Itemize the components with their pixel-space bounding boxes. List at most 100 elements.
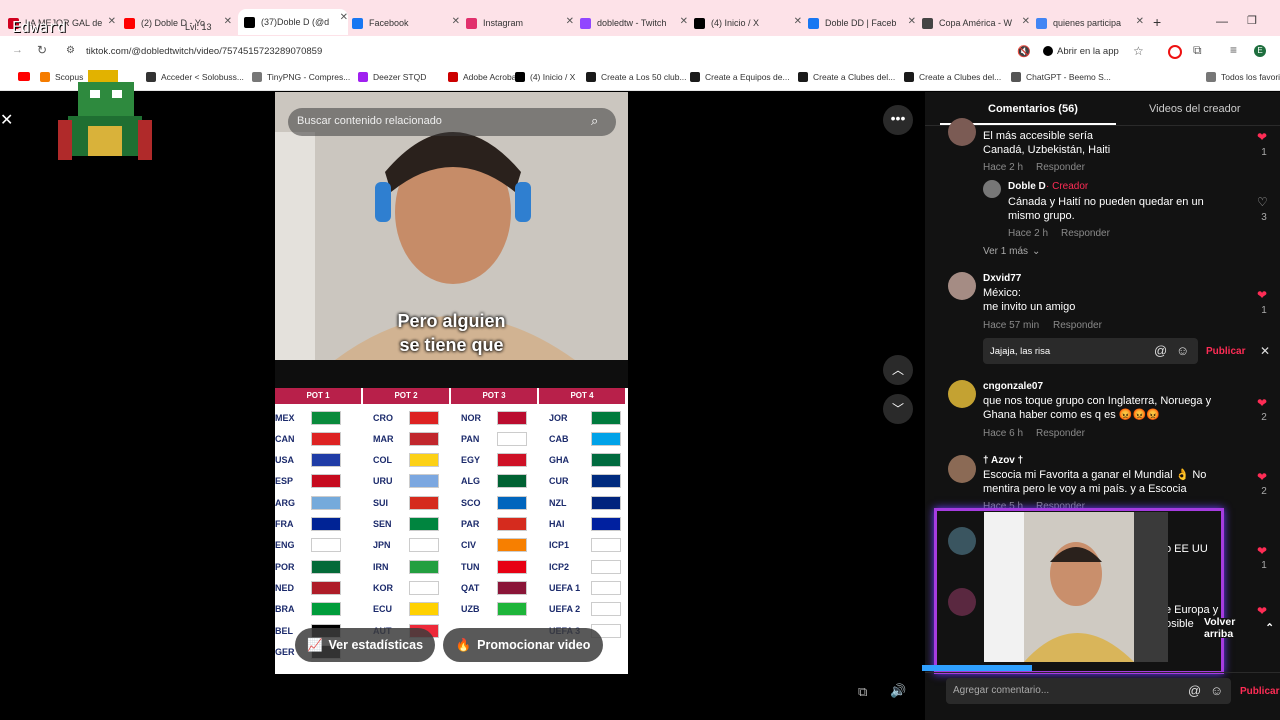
reload-icon[interactable]: ↻	[37, 43, 47, 57]
publish-bottom-button[interactable]: Publicar	[1240, 686, 1279, 697]
close-icon[interactable]: ✕	[1260, 344, 1270, 358]
pip-icon[interactable]: ⧉	[858, 684, 867, 700]
view-stats-button[interactable]: 📈 Ver estadísticas	[295, 628, 435, 662]
bookmark-item[interactable]: ChatGPT - Beemo S...	[1011, 72, 1111, 82]
related-search-input[interactable]: Buscar contenido relacionado	[297, 115, 442, 127]
back-icon[interactable]: →	[12, 44, 23, 56]
promote-video-button[interactable]: 🔥 Promocionar video	[443, 628, 603, 662]
bookmark-item[interactable]: TinyPNG - Compres...	[252, 72, 350, 82]
pot-team-cell: UEFA 2	[549, 602, 621, 617]
tab-close-icon[interactable]: ✕	[680, 16, 688, 27]
reply-link[interactable]: Responder	[1036, 428, 1085, 439]
team-code: UEFA 2	[549, 604, 581, 615]
tab-5[interactable]: dobledtw - Twitch ✕	[580, 13, 688, 33]
bookmark-label: Create a Equipos de...	[705, 72, 790, 82]
bookmark-item[interactable]: (4) Inicio / X	[515, 72, 575, 82]
like-heart-outline-icon[interactable]: ♡	[1257, 195, 1268, 209]
avatar[interactable]	[983, 180, 1001, 198]
open-in-app-button[interactable]: Abrir en la app	[1043, 41, 1119, 61]
tab-9[interactable]: quienes participa ✕	[1036, 13, 1144, 33]
menu-lines-icon[interactable]: ≡	[1230, 43, 1237, 57]
extension-icon[interactable]	[1168, 45, 1182, 59]
view-more-replies[interactable]: Ver 1 más	[983, 246, 1028, 257]
reply-link[interactable]: Responder	[1061, 228, 1110, 239]
tab-close-icon[interactable]: ✕	[452, 16, 460, 27]
like-heart-icon[interactable]: ❤	[1257, 544, 1267, 558]
search-icon[interactable]: ⌕	[591, 113, 598, 129]
comment-author[interactable]: Dxvid77	[983, 273, 1021, 284]
minimize-icon[interactable]: —	[1216, 14, 1228, 28]
tab-1[interactable]: (2) Doble D - Yo ✕	[124, 13, 232, 33]
avatar[interactable]	[948, 118, 976, 146]
url-field[interactable]: tiktok.com/@dobledtwitch/video/757451572…	[86, 46, 322, 57]
tab-6[interactable]: (4) Inicio / X ✕	[694, 13, 802, 33]
tab-close-icon[interactable]: ✕	[224, 16, 232, 27]
like-heart-icon[interactable]: ❤	[1257, 396, 1267, 410]
bookmark-favicon-icon	[798, 72, 808, 82]
bookmark-item[interactable]: Todos los favoritos	[1206, 72, 1280, 82]
tab-close-icon[interactable]: ✕	[1022, 16, 1030, 27]
bookmark-item[interactable]: Create a Los 50 club...	[586, 72, 687, 82]
team-code: CUR	[549, 476, 569, 487]
back-to-top-button[interactable]: Volver arriba ⌃	[1198, 616, 1280, 640]
reply-link[interactable]: Responder	[1036, 162, 1085, 173]
reply-link[interactable]: Responder	[1053, 320, 1102, 331]
maximize-icon[interactable]: ❐	[1247, 14, 1257, 27]
team-code: FRA	[275, 519, 294, 529]
creator-badge: · Creador	[1046, 181, 1089, 192]
mention-icon[interactable]: @	[1154, 343, 1167, 358]
avatar[interactable]	[948, 455, 976, 483]
close-video-icon[interactable]: ✕	[0, 110, 13, 130]
new-tab-button[interactable]: +	[1153, 14, 1161, 30]
avatar[interactable]	[948, 272, 976, 300]
tab-close-icon[interactable]: ✕	[1136, 16, 1144, 27]
tab-creator-videos[interactable]: Videos del creador	[1149, 103, 1241, 115]
avatar[interactable]	[948, 380, 976, 408]
tab-favicon-icon	[808, 17, 819, 29]
tab-close-icon[interactable]: ✕	[566, 16, 574, 27]
pot-team-cell: PAN	[461, 431, 527, 446]
add-comment-input[interactable]: Agregar comentario...	[953, 685, 1049, 696]
tab-favicon-icon	[1036, 17, 1047, 29]
comment-author[interactable]: Doble D	[1008, 181, 1046, 192]
volume-icon[interactable]: 🔊	[890, 683, 906, 699]
bookmark-star-icon[interactable]: ☆	[1133, 44, 1144, 58]
comment-author[interactable]: † Azov †	[983, 455, 1023, 466]
like-heart-icon[interactable]: ❤	[1257, 130, 1267, 144]
tab-2[interactable]: (37)Doble D (@d ✕	[238, 9, 348, 35]
pixel-dragon-overlay	[58, 70, 152, 166]
profile-avatar[interactable]: E	[1254, 45, 1266, 57]
tab-3[interactable]: Facebook ✕	[352, 13, 460, 33]
previous-video-button[interactable]: ︿	[883, 355, 913, 385]
tab-close-icon[interactable]: ✕	[794, 16, 802, 27]
like-heart-icon[interactable]: ❤	[1257, 470, 1267, 484]
tab-8[interactable]: Copa América - W ✕	[922, 13, 1030, 33]
tab-4[interactable]: Instagram ✕	[466, 13, 574, 33]
bookmark-item[interactable]: Create a Clubes del...	[798, 72, 895, 82]
site-info-icon[interactable]: ⚙	[66, 45, 75, 56]
more-options-button[interactable]: •••	[883, 105, 913, 135]
comment-author[interactable]: cngonzale07	[983, 381, 1043, 392]
bookmark-item[interactable]: Create a Clubes del...	[904, 72, 1001, 82]
mute-icon[interactable]: 🔇	[1017, 45, 1031, 58]
puzzle-icon[interactable]: ⧉	[1193, 43, 1202, 58]
emoji-icon[interactable]: ☺	[1210, 683, 1223, 698]
publish-button[interactable]: Publicar	[1206, 346, 1245, 357]
bookmark-item[interactable]: Create a Equipos de...	[690, 72, 790, 82]
youtube-bookmark-icon[interactable]	[18, 72, 30, 81]
bookmark-label: Adobe Acrobat	[463, 72, 519, 82]
bookmark-item[interactable]: Adobe Acrobat	[448, 72, 519, 82]
mention-icon[interactable]: @	[1188, 683, 1201, 698]
bookmark-item[interactable]: Acceder < Solobuss...	[146, 72, 244, 82]
emoji-icon[interactable]: ☺	[1176, 343, 1189, 358]
bookmark-item[interactable]: Deezer STQD	[358, 72, 426, 82]
tab-7[interactable]: Doble DD | Faceb ✕	[808, 13, 916, 33]
tab-comments[interactable]: Comentarios (56)	[988, 103, 1078, 115]
tab-close-icon[interactable]: ✕	[908, 16, 916, 27]
reply-input[interactable]: Jajaja, las risa	[990, 346, 1050, 357]
tab-close-icon[interactable]: ✕	[340, 12, 348, 23]
tab-close-icon[interactable]: ✕	[108, 16, 116, 27]
like-heart-icon[interactable]: ❤	[1257, 288, 1267, 302]
next-video-button[interactable]: ﹀	[883, 394, 913, 424]
tab-favicon-icon	[244, 16, 255, 28]
